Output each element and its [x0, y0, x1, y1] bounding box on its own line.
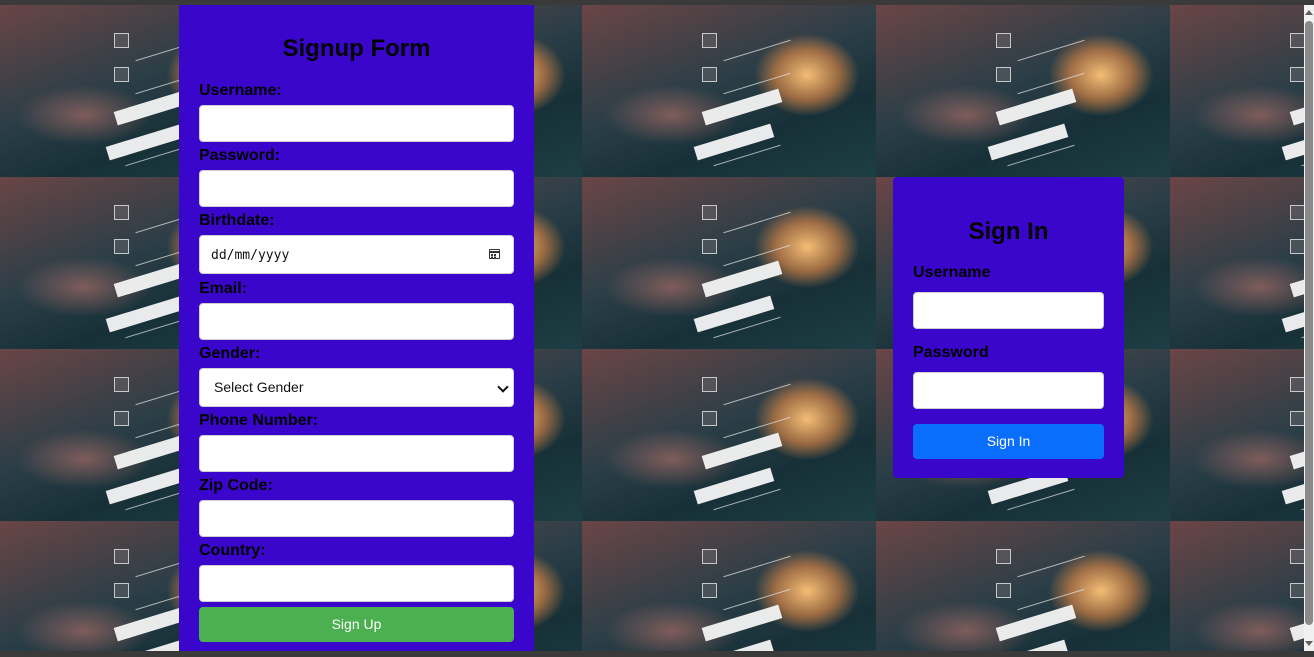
background-deco	[701, 604, 783, 642]
background-deco	[702, 33, 717, 48]
gender-label: Gender:	[199, 345, 261, 362]
background-deco	[987, 123, 1069, 161]
background-deco	[693, 123, 775, 161]
signup-username-input[interactable]	[199, 105, 514, 142]
background-deco	[1017, 39, 1085, 62]
birthdate-placeholder: dd/mm/yyyy	[211, 248, 290, 263]
background-deco	[114, 67, 129, 82]
background-deco	[1017, 588, 1085, 611]
background-deco	[114, 411, 129, 426]
password-label: Password:	[199, 147, 280, 164]
zip-label: Zip Code:	[199, 477, 273, 494]
background-deco	[105, 123, 187, 161]
vertical-scrollbar[interactable]	[1304, 5, 1314, 651]
background-deco	[1290, 583, 1304, 598]
signin-form: Sign In Username Password Sign In	[893, 177, 1124, 478]
zip-input[interactable]	[199, 500, 514, 537]
background-deco	[723, 416, 791, 439]
gender-select[interactable]: Select Gender	[199, 368, 514, 407]
birthdate-input[interactable]: dd/mm/yyyy	[199, 235, 514, 274]
background-deco	[702, 239, 717, 254]
background-deco	[1289, 260, 1304, 298]
signin-button[interactable]: Sign In	[913, 424, 1104, 459]
background-deco	[114, 583, 129, 598]
background-deco	[105, 467, 187, 505]
background: Signup Form Username: Password: Birthdat…	[0, 5, 1304, 651]
background-deco	[1281, 467, 1304, 505]
background-deco	[996, 583, 1011, 598]
background-deco	[702, 67, 717, 82]
background-deco	[702, 411, 717, 426]
background-deco	[1290, 205, 1304, 220]
signup-title: Signup Form	[282, 35, 431, 62]
gender-selected-value: Select Gender	[214, 379, 304, 395]
background-deco	[114, 33, 129, 48]
background-deco	[1290, 411, 1304, 426]
background-deco	[1290, 67, 1304, 82]
background-deco	[1289, 88, 1304, 126]
scroll-up-arrow-icon[interactable]	[1305, 10, 1313, 15]
birthdate-label: Birthdate:	[199, 212, 275, 229]
background-deco	[996, 67, 1011, 82]
signin-title: Sign In	[968, 218, 1049, 245]
scroll-thumb[interactable]	[1305, 21, 1313, 625]
country-label: Country:	[199, 542, 266, 559]
signin-password-label: Password	[913, 344, 989, 361]
background-deco	[702, 583, 717, 598]
background-deco	[693, 295, 775, 333]
background-deco	[105, 295, 187, 333]
background-deco	[1017, 555, 1085, 578]
username-label: Username:	[199, 82, 282, 99]
background-deco	[114, 205, 129, 220]
chevron-down-icon	[497, 381, 509, 393]
background-deco	[114, 239, 129, 254]
background-deco	[701, 88, 783, 126]
signup-password-input[interactable]	[199, 170, 514, 207]
background-deco	[1290, 239, 1304, 254]
background-deco	[723, 211, 791, 234]
background-deco	[114, 377, 129, 392]
background-deco	[702, 549, 717, 564]
background-deco	[1290, 33, 1304, 48]
background-deco	[723, 588, 791, 611]
background-deco	[1289, 432, 1304, 470]
background-deco	[996, 549, 1011, 564]
background-deco	[1290, 377, 1304, 392]
calendar-icon[interactable]	[489, 249, 500, 259]
background-deco	[1281, 123, 1304, 161]
signup-button[interactable]: Sign Up	[199, 607, 514, 642]
background-deco	[702, 377, 717, 392]
background-deco	[693, 467, 775, 505]
background-deco	[1289, 604, 1304, 642]
background-deco	[1017, 72, 1085, 95]
background-deco	[723, 72, 791, 95]
background-deco	[114, 549, 129, 564]
background-deco	[996, 33, 1011, 48]
background-deco	[723, 555, 791, 578]
background-deco	[723, 244, 791, 267]
background-deco	[701, 260, 783, 298]
background-deco	[1281, 295, 1304, 333]
country-input[interactable]	[199, 565, 514, 602]
background-deco	[723, 383, 791, 406]
email-label: Email:	[199, 280, 248, 297]
signin-password-input[interactable]	[913, 372, 1104, 409]
background-deco	[702, 205, 717, 220]
email-input[interactable]	[199, 303, 514, 340]
background-deco	[995, 88, 1077, 126]
phone-label: Phone Number:	[199, 412, 319, 429]
phone-input[interactable]	[199, 435, 514, 472]
background-deco	[723, 39, 791, 62]
signup-form: Signup Form Username: Password: Birthdat…	[179, 5, 534, 651]
signin-username-input[interactable]	[913, 292, 1104, 329]
background-deco	[995, 604, 1077, 642]
signin-username-label: Username	[913, 264, 991, 281]
background-deco	[1290, 549, 1304, 564]
scroll-down-arrow-icon[interactable]	[1305, 641, 1313, 646]
background-deco	[701, 432, 783, 470]
